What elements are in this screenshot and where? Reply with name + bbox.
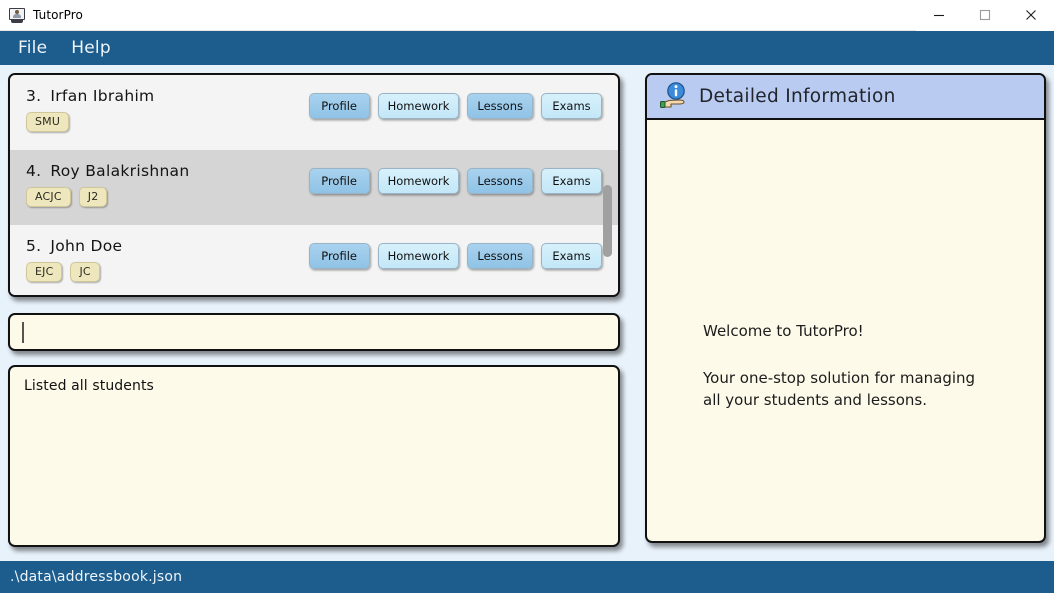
lessons-button[interactable]: Lessons bbox=[467, 93, 533, 119]
welcome-title: Welcome to TutorPro! bbox=[703, 322, 864, 340]
result-display-box: Listed all students bbox=[8, 365, 620, 547]
student-list-panel: 3. Irfan Ibrahim SMU Profile Homework Lessons… bbox=[8, 73, 620, 297]
menu-item-file[interactable]: File bbox=[14, 36, 59, 61]
student-list-scrollbar[interactable] bbox=[602, 75, 614, 295]
profile-button[interactable]: Profile bbox=[308, 168, 370, 194]
welcome-body: Your one-stop solution for managing all … bbox=[703, 367, 1030, 412]
student-list-item[interactable]: 4. Roy Balakrishnan ACJC J2 Profile Homework L… bbox=[10, 150, 618, 225]
info-on-hand-icon bbox=[659, 81, 691, 112]
student-list-item[interactable]: 3. Irfan Ibrahim SMU Profile Homework Lessons… bbox=[10, 75, 618, 150]
menu-item-help[interactable]: Help bbox=[67, 36, 123, 61]
window-titlebar: TutorPro bbox=[0, 0, 1054, 31]
scrollbar-thumb[interactable] bbox=[603, 185, 612, 257]
statusbar-file-path: .\data\addressbook.json bbox=[10, 569, 183, 585]
student-tag-row: SMU bbox=[26, 112, 309, 132]
right-column: Detailed Information Welcome to TutorPro… bbox=[645, 73, 1046, 561]
student-name: 5. John Doe bbox=[26, 237, 309, 255]
window-controls bbox=[916, 0, 1054, 31]
student-name-text: Roy Balakrishnan bbox=[50, 162, 190, 180]
profile-button[interactable]: Profile bbox=[308, 93, 370, 119]
student-tag-row: ACJC J2 bbox=[26, 187, 309, 207]
student-index: 5. bbox=[26, 237, 42, 255]
text-caret bbox=[22, 321, 24, 343]
student-tag-row: EJC JC bbox=[26, 262, 309, 282]
student-index: 3. bbox=[26, 87, 42, 105]
result-text: Listed all students bbox=[24, 378, 154, 394]
student-list[interactable]: 3. Irfan Ibrahim SMU Profile Homework Lessons… bbox=[10, 75, 618, 295]
homework-button[interactable]: Homework bbox=[377, 243, 460, 269]
detail-panel-body: Welcome to TutorPro! Your one-stop solut… bbox=[647, 120, 1044, 541]
student-tag: JC bbox=[70, 262, 100, 282]
welcome-body-line-1: Your one-stop solution for managing bbox=[703, 368, 976, 387]
student-action-buttons: Profile Homework Lessons Exams bbox=[308, 243, 602, 269]
left-column: 3. Irfan Ibrahim SMU Profile Homework Lessons… bbox=[8, 73, 620, 561]
homework-button[interactable]: Homework bbox=[377, 168, 460, 194]
student-tag: EJC bbox=[26, 262, 63, 282]
student-name-text: John Doe bbox=[50, 237, 123, 255]
menubar: File Help bbox=[0, 31, 1054, 65]
close-button[interactable] bbox=[1008, 0, 1054, 31]
exams-button[interactable]: Exams bbox=[541, 93, 602, 119]
welcome-message: Welcome to TutorPro! Your one-stop solut… bbox=[703, 320, 1030, 412]
student-tag: ACJC bbox=[26, 187, 71, 207]
lessons-button[interactable]: Lessons bbox=[467, 243, 533, 269]
app-window-person-icon bbox=[9, 7, 25, 23]
detail-panel-header: Detailed Information bbox=[647, 75, 1044, 120]
maximize-button[interactable] bbox=[962, 0, 1008, 31]
homework-button[interactable]: Homework bbox=[377, 93, 460, 119]
command-input-box[interactable] bbox=[8, 313, 620, 351]
exams-button[interactable]: Exams bbox=[541, 243, 602, 269]
lessons-button[interactable]: Lessons bbox=[467, 168, 533, 194]
student-info: 5. John Doe EJC JC bbox=[26, 237, 309, 282]
profile-button[interactable]: Profile bbox=[308, 243, 370, 269]
student-action-buttons: Profile Homework Lessons Exams bbox=[308, 168, 602, 194]
student-list-item[interactable]: 5. John Doe EJC JC Profile Homework Lessons Exa… bbox=[10, 225, 618, 295]
student-info: 3. Irfan Ibrahim SMU bbox=[26, 87, 309, 132]
detailed-information-panel: Detailed Information Welcome to TutorPro… bbox=[645, 73, 1046, 543]
student-tag: J2 bbox=[78, 187, 108, 207]
minimize-button[interactable] bbox=[916, 0, 962, 31]
student-index: 4. bbox=[26, 162, 42, 180]
window-title: TutorPro bbox=[33, 8, 83, 22]
exams-button[interactable]: Exams bbox=[541, 168, 602, 194]
statusbar: .\data\addressbook.json bbox=[0, 561, 1054, 593]
student-action-buttons: Profile Homework Lessons Exams bbox=[308, 93, 602, 119]
student-name-text: Irfan Ibrahim bbox=[50, 87, 155, 105]
student-name: 3. Irfan Ibrahim bbox=[26, 87, 309, 105]
student-tag: SMU bbox=[26, 112, 70, 132]
student-name: 4. Roy Balakrishnan bbox=[26, 162, 309, 180]
main-work-area: 3. Irfan Ibrahim SMU Profile Homework Lessons… bbox=[0, 65, 1054, 561]
detail-panel-title: Detailed Information bbox=[699, 86, 896, 107]
student-info: 4. Roy Balakrishnan ACJC J2 bbox=[26, 162, 309, 207]
welcome-body-line-2: all your students and lessons. bbox=[703, 391, 927, 409]
